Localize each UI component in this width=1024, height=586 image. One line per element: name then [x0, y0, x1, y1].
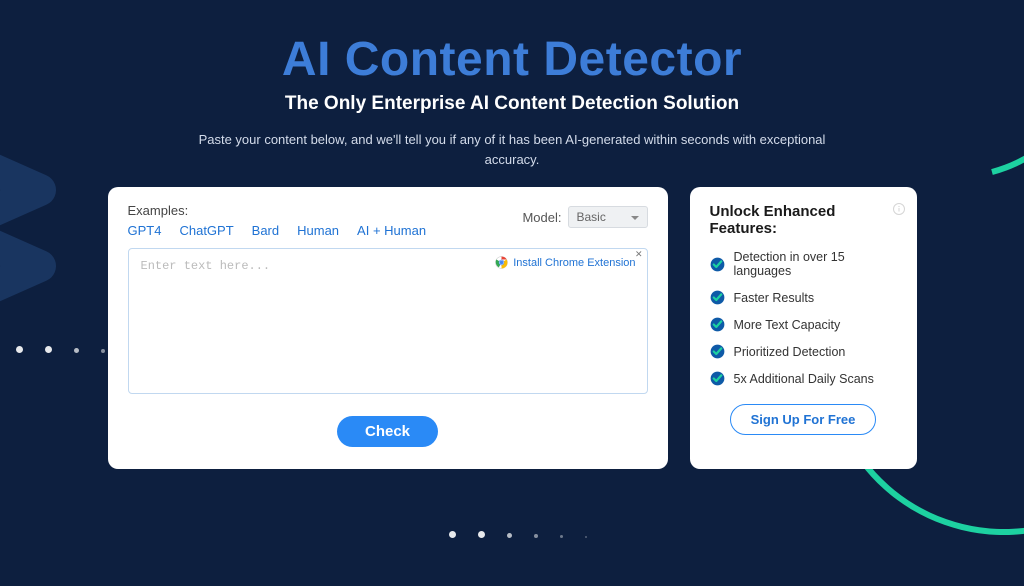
- page-subtitle: The Only Enterprise AI Content Detection…: [0, 93, 1024, 115]
- model-select[interactable]: Basic: [568, 206, 648, 228]
- feature-label: Detection in over 15 languages: [734, 250, 897, 278]
- example-bard[interactable]: Bard: [252, 223, 279, 238]
- detector-panel: Examples: GPT4 ChatGPT Bard Human AI + H…: [108, 187, 668, 469]
- feature-item: Prioritized Detection: [710, 344, 897, 359]
- feature-item: 5x Additional Daily Scans: [710, 371, 897, 386]
- chrome-extension-label: Install Chrome Extension: [513, 257, 635, 269]
- close-icon[interactable]: ✕: [635, 249, 643, 260]
- feature-label: More Text Capacity: [734, 318, 841, 332]
- chrome-icon: [495, 256, 508, 269]
- feature-label: Prioritized Detection: [734, 345, 846, 359]
- checkmark-icon: [710, 344, 725, 359]
- feature-label: 5x Additional Daily Scans: [734, 372, 874, 386]
- feature-item: Detection in over 15 languages: [710, 250, 897, 278]
- page-title: AI Content Detector: [0, 32, 1024, 87]
- examples-label: Examples:: [128, 203, 427, 218]
- feature-item: Faster Results: [710, 290, 897, 305]
- model-label: Model:: [522, 210, 561, 225]
- checkmark-icon: [710, 317, 725, 332]
- install-chrome-extension-link[interactable]: Install Chrome Extension ✕: [489, 254, 641, 271]
- feature-label: Faster Results: [734, 291, 815, 305]
- features-title: Unlock Enhanced Features:: [710, 203, 897, 237]
- feature-item: More Text Capacity: [710, 317, 897, 332]
- features-panel: Unlock Enhanced Features: Detection in o…: [690, 187, 917, 469]
- example-human[interactable]: Human: [297, 223, 339, 238]
- checkmark-icon: [710, 257, 725, 272]
- signup-button[interactable]: Sign Up For Free: [730, 404, 877, 435]
- example-chatgpt[interactable]: ChatGPT: [179, 223, 233, 238]
- example-gpt4[interactable]: GPT4: [128, 223, 162, 238]
- check-button[interactable]: Check: [337, 416, 438, 447]
- checkmark-icon: [710, 290, 725, 305]
- page-description: Paste your content below, and we'll tell…: [172, 130, 852, 169]
- checkmark-icon: [710, 371, 725, 386]
- example-ai-human[interactable]: AI + Human: [357, 223, 426, 238]
- dots-decoration-bottom: [449, 525, 609, 543]
- info-icon[interactable]: [893, 203, 905, 215]
